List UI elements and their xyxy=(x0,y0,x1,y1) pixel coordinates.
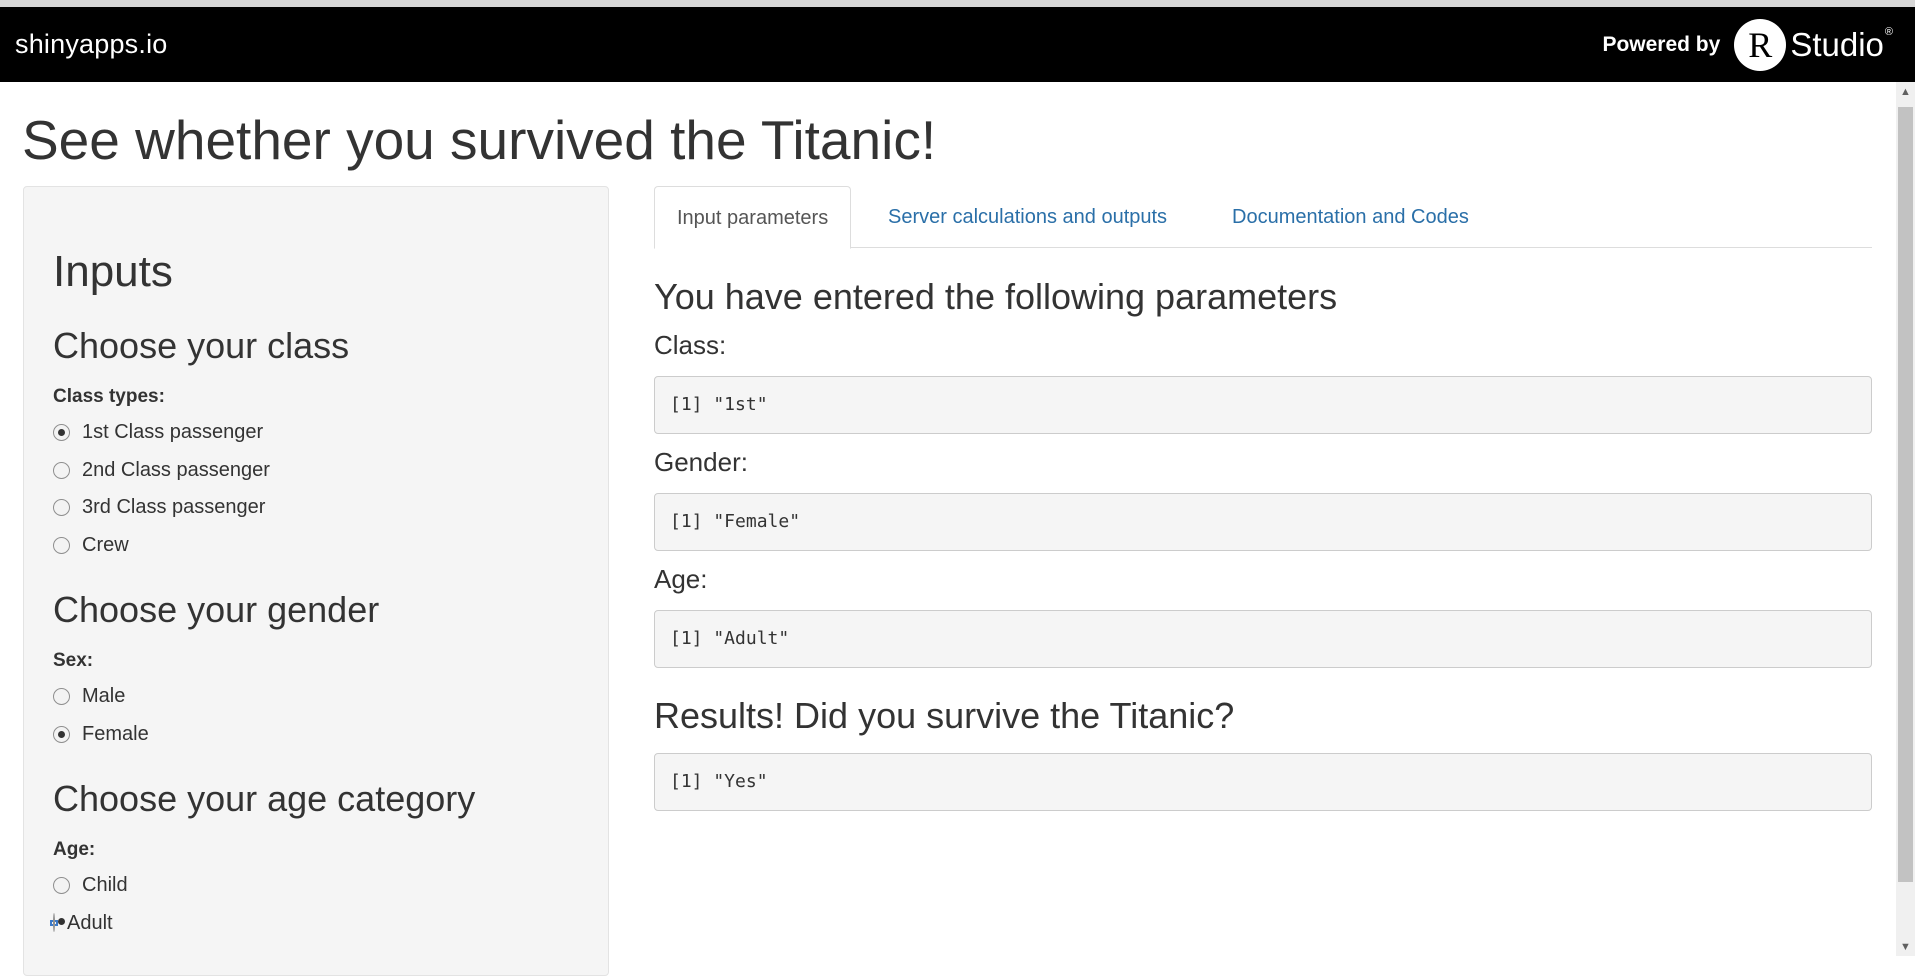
radio-label: 3rd Class passenger xyxy=(82,495,266,518)
inputs-sidebar-panel: Inputs Choose your class Class types: 1s… xyxy=(23,186,609,976)
scroll-up-arrow-icon[interactable]: ▲ xyxy=(1896,84,1915,101)
radio-label: Adult xyxy=(67,911,113,934)
radio-unselected-icon[interactable] xyxy=(53,461,70,479)
rstudio-r-logo-icon: R xyxy=(1734,19,1787,71)
gender-output-box: [1] "Female" xyxy=(654,493,1872,551)
radio-class-crew[interactable]: Crew xyxy=(53,532,129,558)
powered-by-rstudio[interactable]: Powered by R Studio® xyxy=(1602,17,1893,73)
class-output-label: Class: xyxy=(654,330,727,360)
gender-output-label: Gender: xyxy=(654,447,748,477)
powered-by-label: Powered by xyxy=(1602,33,1721,56)
parameters-heading: You have entered the following parameter… xyxy=(654,276,1338,317)
radio-label: 2nd Class passenger xyxy=(82,458,270,481)
radio-sex-male[interactable]: Male xyxy=(53,683,125,709)
tab-server-calculations-outputs[interactable]: Server calculations and outputs xyxy=(866,186,1189,248)
radio-class-2nd[interactable]: 2nd Class passenger xyxy=(53,457,270,483)
radio-age-child[interactable]: Child xyxy=(53,872,128,898)
sidebar-heading: Inputs xyxy=(53,247,173,296)
radio-sex-female[interactable]: Female xyxy=(53,721,149,747)
brand-name[interactable]: shinyapps.io xyxy=(15,29,168,60)
results-heading: Results! Did you survive the Titanic? xyxy=(654,695,1235,736)
radio-unselected-icon[interactable] xyxy=(53,498,70,516)
rstudio-wordmark-text: Studio xyxy=(1790,26,1884,63)
radio-label: Crew xyxy=(82,533,129,556)
age-output-label: Age: xyxy=(654,564,708,594)
age-section-title: Choose your age category xyxy=(53,778,476,819)
scroll-down-arrow-icon[interactable]: ▼ xyxy=(1896,939,1915,956)
age-output-box: [1] "Adult" xyxy=(654,610,1872,668)
radio-selected-icon[interactable] xyxy=(53,725,70,743)
radio-age-adult[interactable]: Adult xyxy=(53,910,113,936)
class-output-box: [1] "1st" xyxy=(654,376,1872,434)
gender-section-title: Choose your gender xyxy=(53,589,380,630)
page-title: See whether you survived the Titanic! xyxy=(22,109,937,171)
tab-documentation-codes[interactable]: Documentation and Codes xyxy=(1210,186,1491,248)
sex-label: Sex: xyxy=(53,650,94,671)
radio-label: Male xyxy=(82,684,126,707)
tab-input-parameters[interactable]: Input parameters xyxy=(654,186,852,249)
vertical-scrollbar[interactable]: ▲ ▼ xyxy=(1896,82,1915,956)
radio-class-1st[interactable]: 1st Class passenger xyxy=(53,419,263,445)
class-section-title: Choose your class xyxy=(53,325,350,366)
radio-label: Female xyxy=(82,722,149,745)
age-label: Age: xyxy=(53,839,96,860)
browser-top-strip xyxy=(0,0,1915,7)
radio-unselected-icon[interactable] xyxy=(53,536,70,554)
registered-mark: ® xyxy=(1884,26,1893,38)
radio-label: 1st Class passenger xyxy=(82,420,264,443)
result-output-box: [1] "Yes" xyxy=(654,753,1872,811)
radio-unselected-icon[interactable] xyxy=(53,876,70,894)
class-types-label: Class types: xyxy=(53,386,165,407)
radio-selected-icon[interactable] xyxy=(53,423,70,441)
top-navbar: shinyapps.io Powered by R Studio® xyxy=(0,7,1915,82)
rstudio-wordmark: Studio® xyxy=(1790,26,1893,64)
radio-class-3rd[interactable]: 3rd Class passenger xyxy=(53,494,265,520)
radio-unselected-icon[interactable] xyxy=(53,687,70,705)
radio-label: Child xyxy=(82,873,128,896)
scrollbar-thumb[interactable] xyxy=(1898,107,1913,882)
radio-selected-icon[interactable] xyxy=(53,913,55,932)
